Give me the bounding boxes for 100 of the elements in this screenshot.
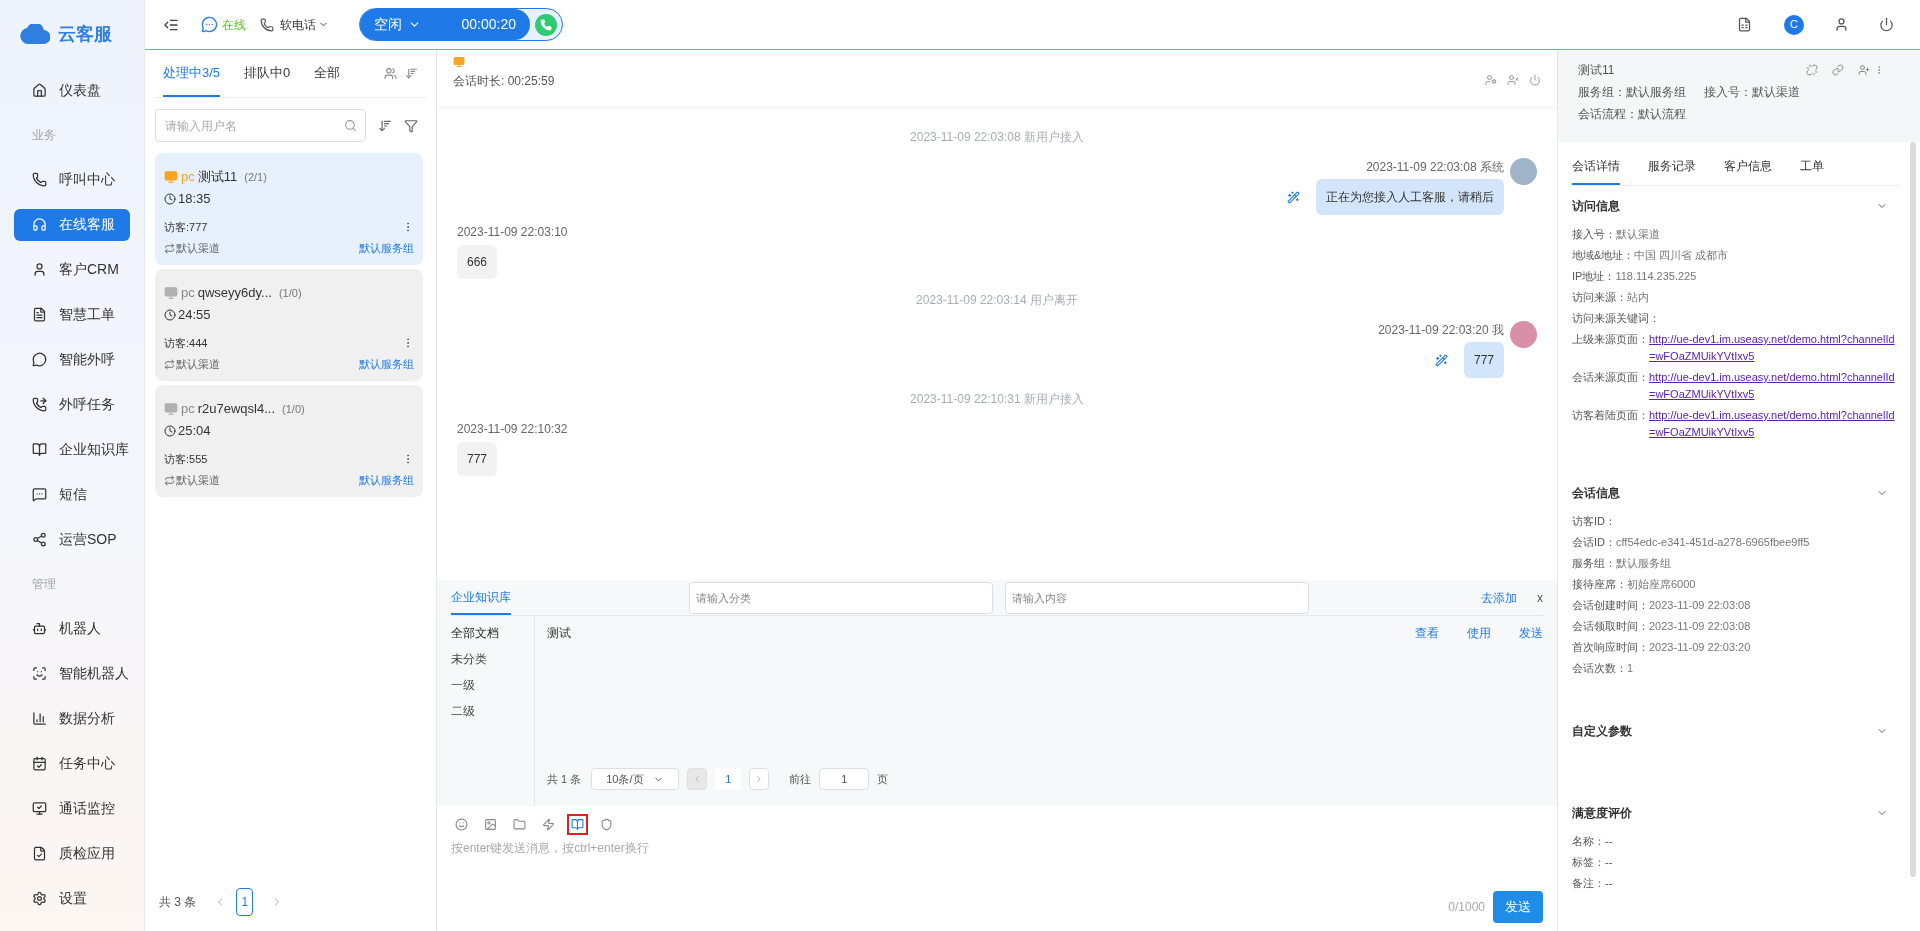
category-item[interactable]: 二级 xyxy=(451,702,534,720)
page-button[interactable]: 1 xyxy=(715,768,742,790)
nav-item[interactable]: 外呼任务 xyxy=(14,388,130,421)
add-user-icon[interactable] xyxy=(1858,64,1870,76)
category-search-field[interactable]: 请输入分类 xyxy=(689,581,993,614)
online-status: 在线 xyxy=(222,16,246,34)
nav-item[interactable]: 任务中心 xyxy=(14,747,130,780)
nav-item[interactable]: 仪表盘 xyxy=(14,74,130,107)
nav-icon xyxy=(32,307,47,322)
agent-state-dropdown[interactable]: 空闲 xyxy=(374,14,421,35)
system-notice: 2023-11-09 22:03:14 用户离开 xyxy=(916,292,1078,309)
page-button[interactable]: 1 xyxy=(236,888,254,916)
session-tab[interactable]: 处理中3/5 xyxy=(163,50,221,97)
answer-call-button[interactable] xyxy=(535,13,557,36)
message-counts: (1/0) xyxy=(278,285,302,301)
nav-icon xyxy=(32,352,47,367)
unlink-icon[interactable] xyxy=(1806,64,1818,76)
add-link[interactable]: 去添加 xyxy=(1481,588,1517,607)
content-search-field[interactable]: 请输入内容 xyxy=(1005,581,1309,614)
field-label: 备注：-- xyxy=(1572,876,1613,891)
document-action-link[interactable]: 查看 xyxy=(1415,624,1439,642)
service-group-info: 服务组：默认服务组 xyxy=(1578,84,1686,101)
monitor-icon xyxy=(453,56,465,68)
nav-item[interactable]: 运营SOP xyxy=(14,523,130,556)
magic-wand-icon[interactable] xyxy=(1434,353,1448,367)
document-title[interactable]: 测试 xyxy=(547,624,1387,642)
session-card[interactable]: pc qwseyy6dy... (1/0) 24:55 访客:444 默认渠道 默认服务组 xyxy=(155,269,423,381)
emoji-icon xyxy=(455,818,468,831)
document-action-link[interactable]: 发送 xyxy=(1519,624,1543,642)
device-label: pc xyxy=(181,400,195,419)
filter-icon[interactable] xyxy=(404,118,418,133)
field-value: 2023-11-09 22:03:08 xyxy=(1649,619,1751,634)
session-tab[interactable]: 全部 xyxy=(314,50,341,97)
phone-mode-dropdown[interactable]: 软电话 xyxy=(280,15,329,34)
user-avatar[interactable]: C xyxy=(1784,14,1804,35)
customer-name: 测试11 xyxy=(1578,62,1616,79)
nav-item[interactable]: 通话监控 xyxy=(14,792,130,825)
system-notice: 2023-11-09 22:10:31 新用户接入 xyxy=(910,391,1084,408)
service-group-link[interactable]: 默认服务组 xyxy=(359,355,414,373)
user-icon[interactable] xyxy=(1834,17,1849,32)
link-icon[interactable] xyxy=(1832,64,1844,76)
magic-wand-icon[interactable] xyxy=(1287,190,1300,204)
category-item[interactable]: 全部文档 xyxy=(451,624,534,642)
session-card[interactable]: pc 测试11 (2/1) 18:35 访客:777 默认渠道 默认服务组 xyxy=(155,153,423,265)
nav-item[interactable]: 质检应用 xyxy=(14,837,130,870)
page-url-link[interactable]: http://ue-dev1.im.useasy.net/demo.html?channelId=wFOaZMUikYVtIxv5 xyxy=(1649,407,1900,441)
nav-item[interactable]: 设置 xyxy=(14,882,130,915)
goto-label: 前往 xyxy=(789,771,812,787)
message-input[interactable]: 按enter键发送消息，按ctrl+enter换行 xyxy=(451,839,1543,891)
detail-tab[interactable]: 会话详情 xyxy=(1572,148,1620,185)
detail-tab[interactable]: 服务记录 xyxy=(1648,148,1696,185)
nav-item[interactable]: 呼叫中心 xyxy=(14,163,130,196)
shield-icon xyxy=(600,818,613,831)
nav-item[interactable]: 智能外呼 xyxy=(14,343,130,376)
nav-item[interactable]: 在线客服 xyxy=(14,208,130,241)
nav-icon xyxy=(32,532,47,547)
search-field[interactable]: 请输入用户名 xyxy=(155,109,366,142)
phone-icon xyxy=(540,18,552,31)
nav-item[interactable]: 企业知识库 xyxy=(14,433,130,466)
nav-icon xyxy=(32,172,47,187)
sort-icon[interactable] xyxy=(405,67,418,80)
toolbar-button[interactable] xyxy=(567,814,588,835)
nav-item[interactable]: 智慧工单 xyxy=(14,298,130,331)
document-icon[interactable] xyxy=(1737,17,1752,32)
detail-tab[interactable]: 客户信息 xyxy=(1724,148,1772,185)
phone-icon xyxy=(260,17,274,32)
service-group-link[interactable]: 默认服务组 xyxy=(359,239,414,257)
goto-page-field[interactable]: 1 xyxy=(819,768,870,790)
message-meta: 2023-11-09 22:03:10 xyxy=(457,224,568,241)
nav-item[interactable]: 智能机器人 xyxy=(14,657,130,690)
scrollbar[interactable] xyxy=(1910,142,1916,877)
field-label: 会话创建时间： xyxy=(1572,598,1649,613)
cloud-logo-icon xyxy=(20,24,50,44)
session-tab[interactable]: 排队中0 xyxy=(244,50,291,97)
category-item[interactable]: 一级 xyxy=(451,676,534,694)
message-meta: 2023-11-09 22:03:20 我 xyxy=(1378,322,1504,339)
field-label: 会话来源页面： xyxy=(1572,370,1649,385)
nav-item[interactable]: 客户CRM xyxy=(14,253,130,286)
sort-icon[interactable] xyxy=(378,118,392,133)
nav-item[interactable]: 数据分析 xyxy=(14,702,130,735)
close-button[interactable]: x xyxy=(1537,588,1543,607)
people-icon[interactable] xyxy=(384,67,397,80)
channel-icon xyxy=(164,474,175,486)
channel-label: 默认渠道 xyxy=(176,240,220,256)
category-item[interactable]: 未分类 xyxy=(451,650,534,668)
knowledge-tab[interactable]: 企业知识库 xyxy=(451,580,511,615)
session-card[interactable]: pc r2u7ewqsl4... (1/0) 25:04 访客:555 默认渠道 默认服务组 xyxy=(155,385,423,497)
section-title: 满意度评价 xyxy=(1572,805,1632,822)
service-group-link[interactable]: 默认服务组 xyxy=(359,471,414,489)
field-label: 接待座席： xyxy=(1572,577,1627,592)
nav-item[interactable]: 短信 xyxy=(14,478,130,511)
detail-tab[interactable]: 工单 xyxy=(1800,148,1824,185)
power-icon[interactable] xyxy=(1879,17,1894,32)
session-time: 25:04 xyxy=(178,422,211,441)
page-size-dropdown[interactable]: 10条/页 xyxy=(591,768,680,790)
block-user-icon[interactable] xyxy=(1507,74,1519,86)
nav-item[interactable]: 机器人 xyxy=(14,612,130,645)
field-value: 初始座席6000 xyxy=(1627,577,1696,592)
visitor-message: 666 xyxy=(457,245,498,279)
document-action-link[interactable]: 使用 xyxy=(1467,624,1491,642)
